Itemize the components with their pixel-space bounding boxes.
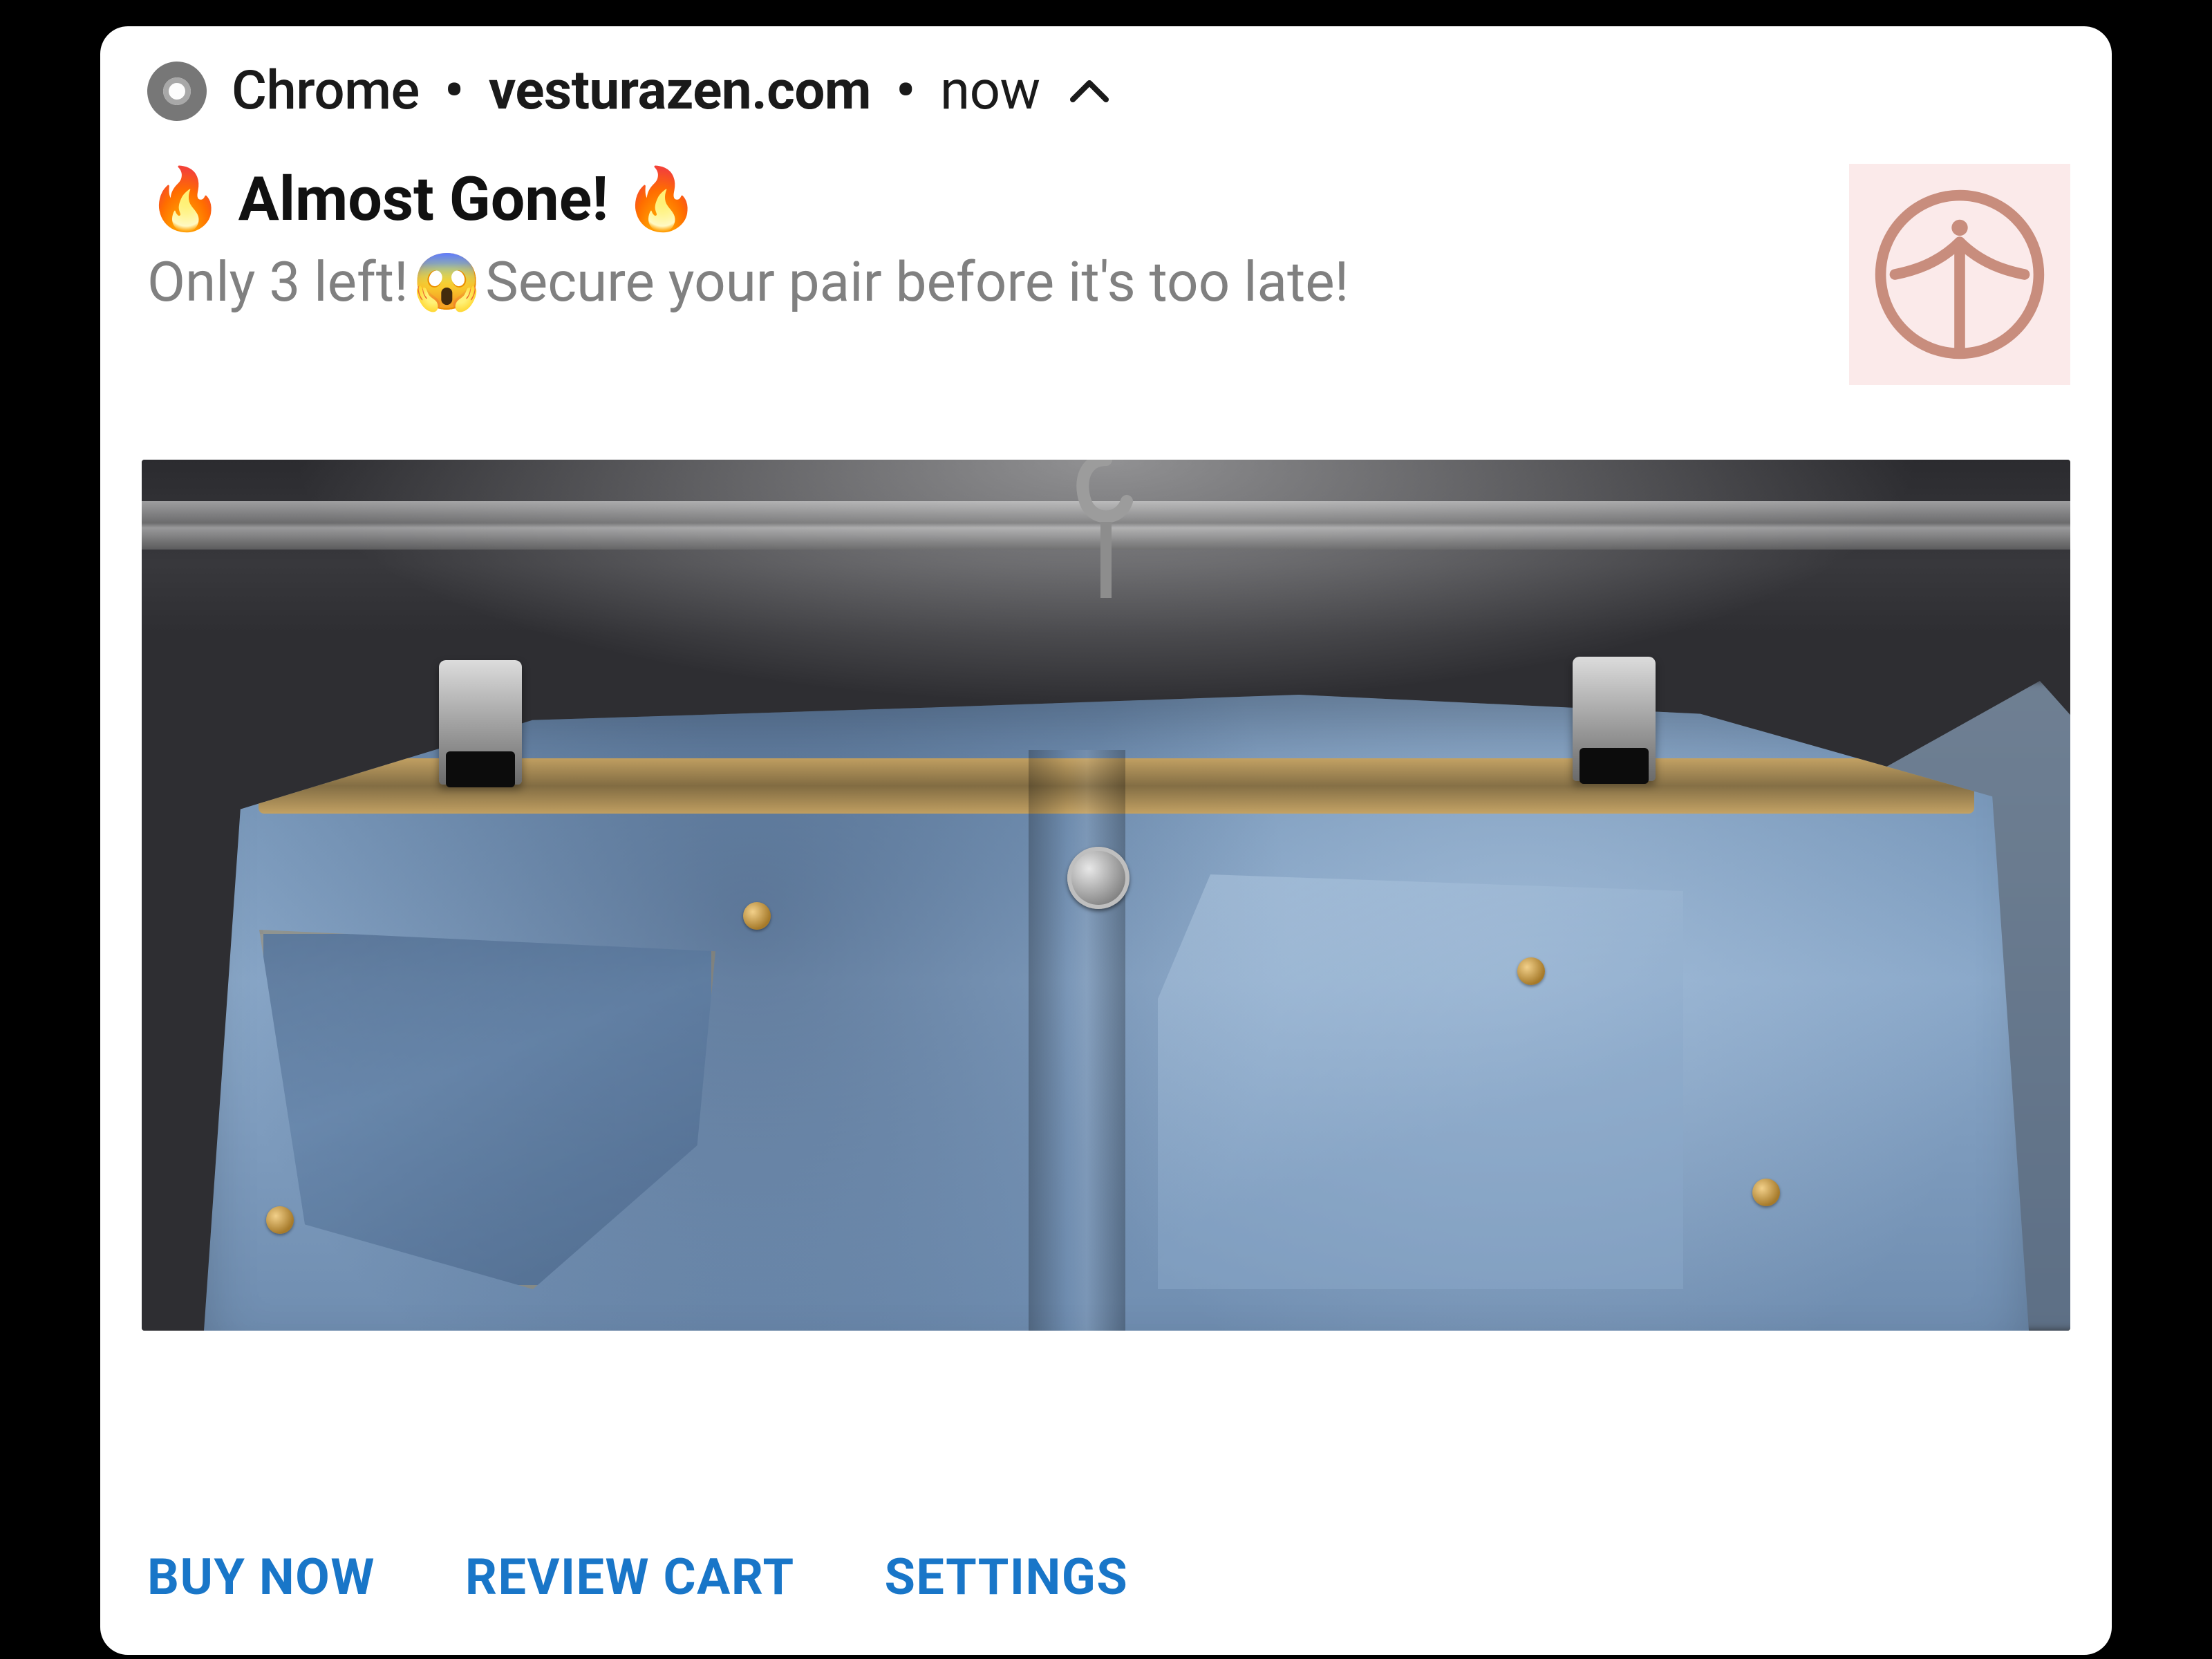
review-cart-button[interactable]: REVIEW CART (465, 1548, 795, 1606)
jeans-fly-seam (1029, 750, 1125, 1331)
hanger-clip-icon (1573, 657, 1656, 781)
notification-body: Only 3 left! 😱 Secure your pair before i… (147, 250, 1821, 314)
header-separator: • (896, 64, 915, 118)
notification-content: 🔥 Almost Gone! 🔥 Only 3 left! 😱 Secure y… (142, 164, 2070, 385)
notification-header: Chrome • vesturazen.com • now (142, 59, 2070, 122)
vesturazen-logo-icon (1870, 185, 2050, 364)
notification-actions: BUY NOW REVIEW CART SETTINGS (142, 1488, 2070, 1634)
app-name-label: Chrome (232, 59, 420, 122)
fire-emoji-icon: 🔥 (624, 169, 700, 230)
fire-emoji-icon: 🔥 (147, 169, 223, 230)
hanger-hook-icon (1044, 460, 1168, 608)
site-icon (1849, 164, 2070, 385)
jeans-rivet-icon (1517, 957, 1545, 985)
notification-text-column: 🔥 Almost Gone! 🔥 Only 3 left! 😱 Secure y… (147, 164, 1821, 385)
jeans-rivet-icon (1752, 1179, 1780, 1206)
notification-card-stage: Chrome • vesturazen.com • now 🔥 Almost G… (0, 0, 2212, 1659)
notification-body-suffix: Secure your pair before it's too late! (485, 250, 1349, 314)
collapse-chevron-up-icon[interactable] (1065, 67, 1114, 115)
scream-emoji-icon: 😱 (413, 254, 482, 310)
notification-body-prefix: Only 3 left! (147, 250, 409, 314)
jeans-right-pocket (1158, 874, 1683, 1289)
jeans-button-icon (1067, 847, 1130, 909)
origin-domain-label: vesturazen.com (489, 59, 871, 122)
settings-button[interactable]: SETTINGS (885, 1548, 1129, 1606)
chrome-notification-card: Chrome • vesturazen.com • now 🔥 Almost G… (100, 26, 2112, 1655)
notification-title: 🔥 Almost Gone! 🔥 (147, 164, 1821, 235)
timestamp-label: now (940, 59, 1040, 122)
jeans-rivet-icon (743, 902, 771, 930)
buy-now-button[interactable]: BUY NOW (147, 1548, 375, 1606)
chrome-icon (147, 62, 207, 121)
hanger-clip-icon (439, 660, 522, 785)
header-separator: • (444, 64, 464, 118)
jeans-rivet-icon (266, 1206, 294, 1234)
notification-title-text: Almost Gone! (238, 164, 608, 235)
notification-hero-image (142, 460, 2070, 1331)
